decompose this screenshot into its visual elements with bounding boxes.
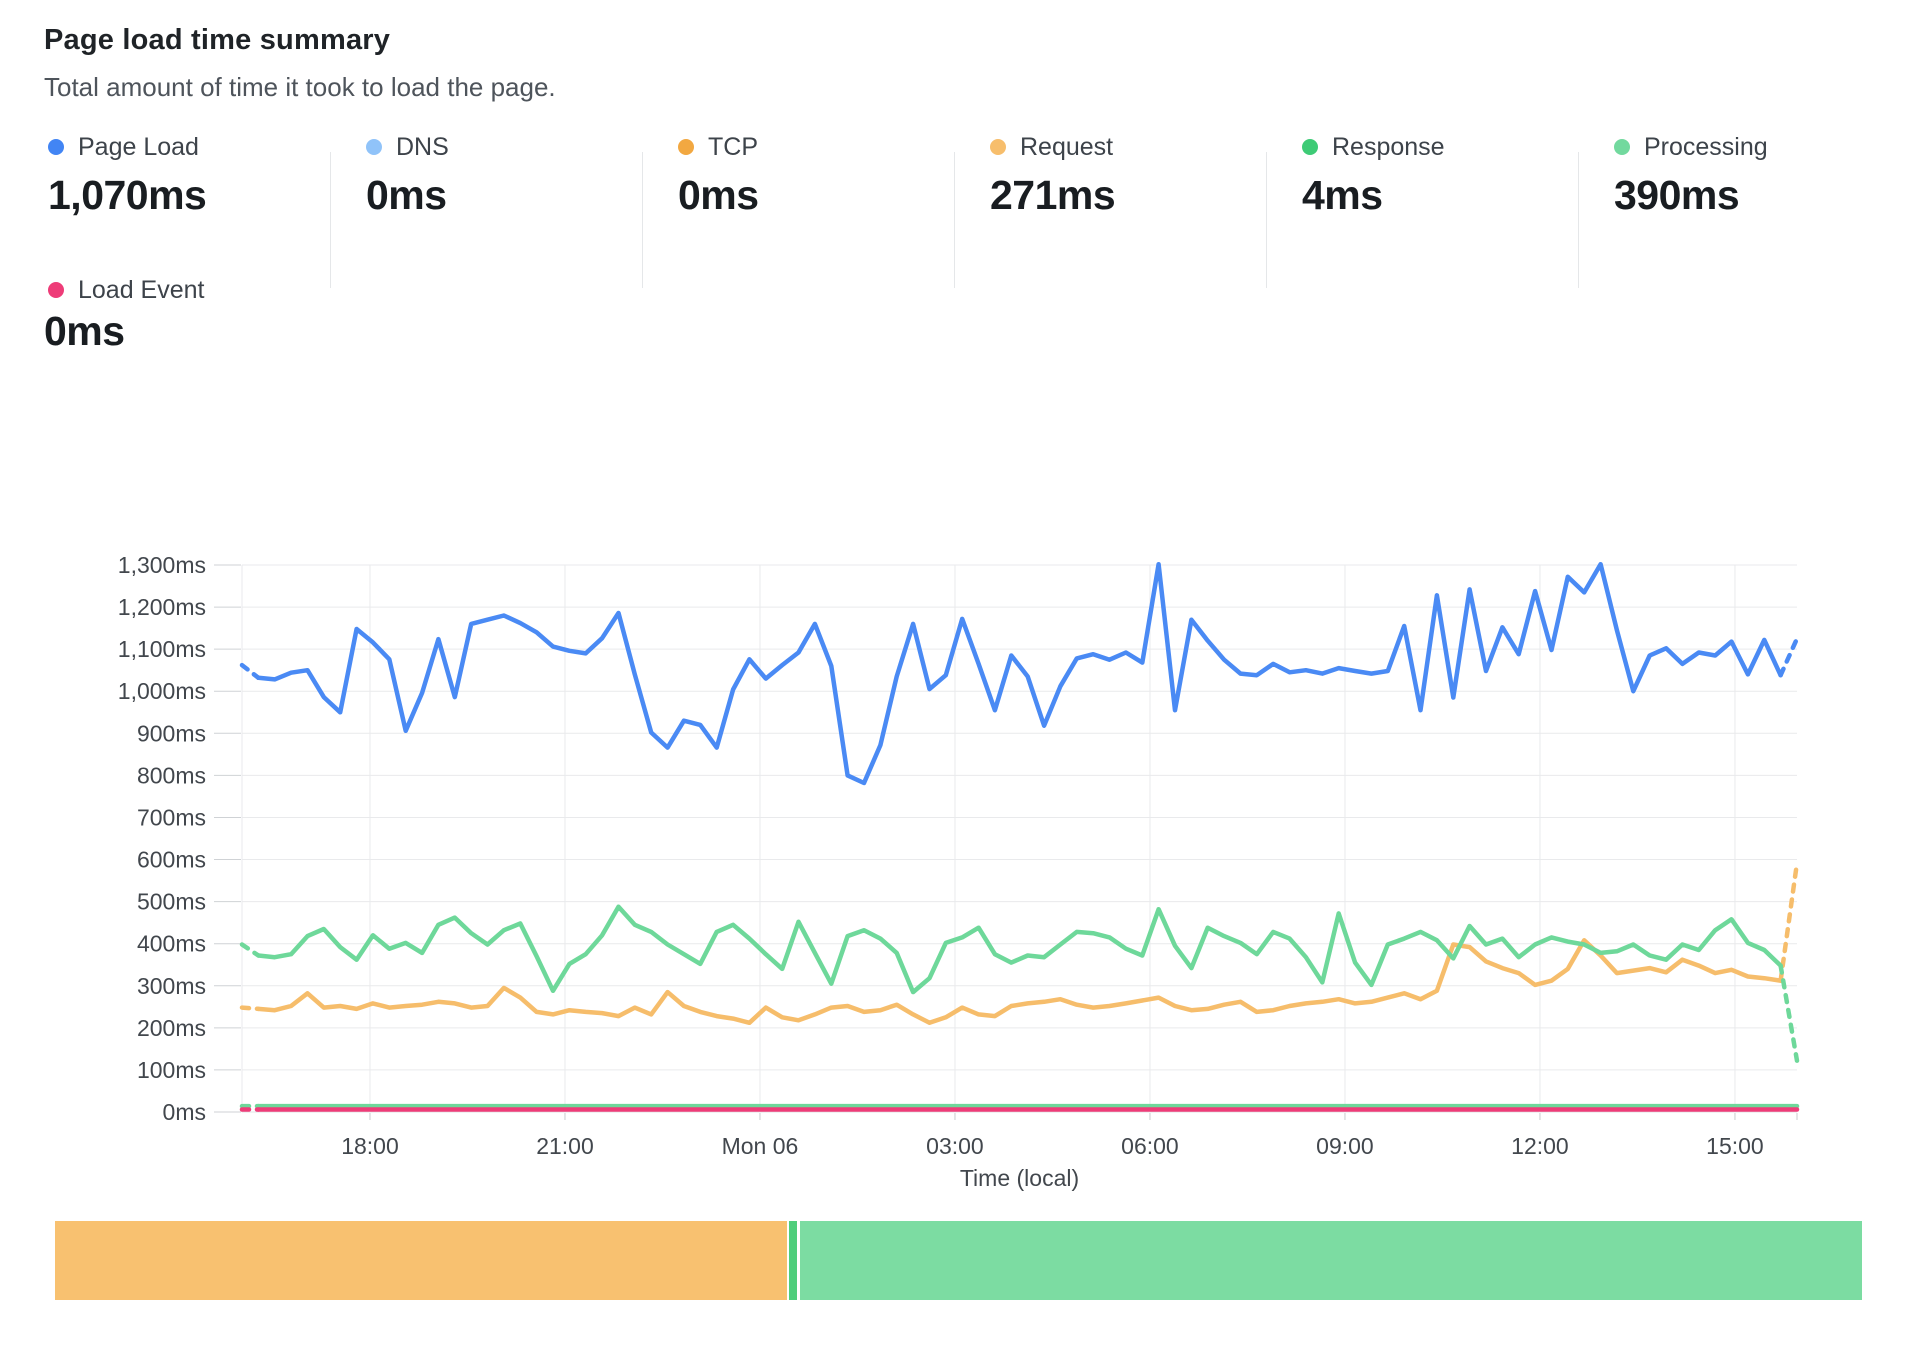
- dns-label: DNS: [396, 133, 449, 162]
- x-axis-label: 03:00: [926, 1133, 984, 1159]
- metric-processing: Processing 390ms: [1578, 131, 1910, 219]
- dns-dot-icon: [366, 139, 382, 155]
- response-dot-icon: [1302, 139, 1318, 155]
- y-axis-label: 500ms: [137, 889, 206, 915]
- page-load-time-chart: 0ms 100ms 200ms 300ms 400ms 500ms 600ms 700ms 80…: [0, 430, 1910, 1220]
- y-axis-label: 1,000ms: [118, 678, 206, 704]
- x-axis-label: Mon 06: [722, 1133, 799, 1159]
- legend-item-page-load[interactable]: Page Load: [48, 131, 330, 163]
- metric-divider: [1266, 152, 1267, 288]
- bar-segment-processing-share[interactable]: [800, 1221, 1862, 1300]
- bar-segment-middle-sliver[interactable]: [789, 1221, 797, 1300]
- legend-item-load-event[interactable]: Load Event: [48, 274, 205, 306]
- series-page-load-dashed-start: [242, 665, 258, 678]
- series-page-load-dashed-end: [1781, 639, 1797, 676]
- page-load-dot-icon: [48, 139, 64, 155]
- series-processing-dashed-start: [242, 945, 258, 956]
- timeline-range-bar: [55, 1221, 1862, 1300]
- series-request-dashed-end: [1781, 863, 1797, 981]
- y-axis-label: 0ms: [163, 1099, 206, 1125]
- metric-divider: [642, 152, 643, 288]
- y-axis-label: 300ms: [137, 973, 206, 999]
- legend-item-tcp[interactable]: TCP: [678, 131, 954, 163]
- metrics-summary-row: Page Load 1,070ms DNS 0ms TCP 0ms Request 271ms…: [44, 131, 1910, 219]
- y-axis-label: 600ms: [137, 847, 206, 873]
- metric-request: Request 271ms: [954, 131, 1266, 219]
- metric-response: Response 4ms: [1266, 131, 1578, 219]
- y-axis-label: 900ms: [137, 720, 206, 746]
- request-dot-icon: [990, 139, 1006, 155]
- load-event-label: Load Event: [78, 276, 205, 305]
- load-event-value: 0ms: [44, 308, 125, 355]
- y-axis-label: 100ms: [137, 1057, 206, 1083]
- x-axis-label: 12:00: [1511, 1133, 1569, 1159]
- series-request-line: [258, 940, 1780, 1023]
- page-subtitle: Total amount of time it took to load the…: [44, 72, 556, 103]
- series-page-load-line: [258, 564, 1780, 783]
- metric-page-load: Page Load 1,070ms: [44, 131, 330, 219]
- request-value: 271ms: [990, 172, 1266, 219]
- y-axis-label: 1,100ms: [118, 636, 206, 662]
- page-load-value: 1,070ms: [48, 172, 330, 219]
- x-axis-label: 21:00: [536, 1133, 594, 1159]
- legend-item-dns[interactable]: DNS: [366, 131, 642, 163]
- metric-dns: DNS 0ms: [330, 131, 642, 219]
- processing-value: 390ms: [1614, 172, 1910, 219]
- bar-segment-request-share[interactable]: [55, 1221, 787, 1300]
- dns-value: 0ms: [366, 172, 642, 219]
- metric-tcp: TCP 0ms: [642, 131, 954, 219]
- y-axis-label: 200ms: [137, 1015, 206, 1041]
- x-axis-label: 06:00: [1121, 1133, 1179, 1159]
- legend-item-response[interactable]: Response: [1302, 131, 1578, 163]
- page-load-label: Page Load: [78, 133, 199, 162]
- processing-dot-icon: [1614, 139, 1630, 155]
- legend-item-processing[interactable]: Processing: [1614, 131, 1910, 163]
- metric-divider: [1578, 152, 1579, 288]
- y-axis-label: 800ms: [137, 762, 206, 788]
- x-axis-title: Time (local): [960, 1165, 1079, 1191]
- load-event-dot-icon: [48, 282, 64, 298]
- metric-divider: [330, 152, 331, 288]
- metric-divider: [954, 152, 955, 288]
- y-axis-label: 1,200ms: [118, 594, 206, 620]
- y-axis-label: 1,300ms: [118, 552, 206, 578]
- x-axis-label: 09:00: [1316, 1133, 1374, 1159]
- page-title: Page load time summary: [44, 24, 390, 57]
- y-axis-label: 700ms: [137, 804, 206, 830]
- x-axis-label: 18:00: [341, 1133, 399, 1159]
- series-processing-dashed-end: [1781, 966, 1797, 1061]
- response-value: 4ms: [1302, 172, 1578, 219]
- tcp-label: TCP: [708, 133, 758, 162]
- response-label: Response: [1332, 133, 1445, 162]
- legend-item-request[interactable]: Request: [990, 131, 1266, 163]
- processing-label: Processing: [1644, 133, 1768, 162]
- y-axis-label: 400ms: [137, 931, 206, 957]
- series-request-dashed-start: [242, 1008, 258, 1009]
- request-label: Request: [1020, 133, 1113, 162]
- tcp-value: 0ms: [678, 172, 954, 219]
- tcp-dot-icon: [678, 139, 694, 155]
- x-axis-label: 15:00: [1706, 1133, 1764, 1159]
